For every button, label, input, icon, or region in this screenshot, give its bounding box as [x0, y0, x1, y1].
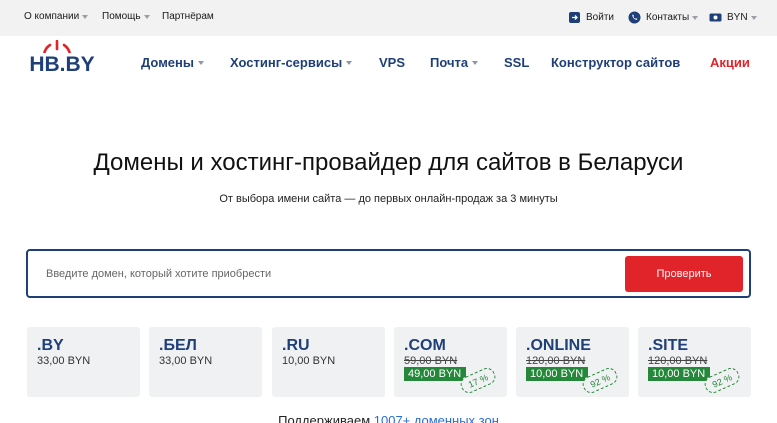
svg-text:HB.BY: HB.BY — [29, 53, 94, 76]
topbar-partners-label: Партнёрам — [162, 11, 214, 22]
nav-domains-label: Домены — [141, 55, 194, 70]
domain-search-input[interactable] — [46, 265, 606, 283]
zone-name: .БЕЛ — [159, 337, 197, 354]
nav-ssl-label: SSL — [504, 55, 530, 70]
currency-icon — [709, 13, 722, 22]
chevron-down-icon — [198, 60, 204, 65]
check-domain-button[interactable]: Проверить — [625, 256, 743, 292]
topbar-help-menu[interactable]: Помощь — [102, 11, 150, 22]
zone-price: 10,00 BYN — [282, 355, 336, 367]
nav-hosting-label: Хостинг-сервисы — [230, 55, 343, 70]
zone-old-price: 59,00 BYN — [404, 355, 458, 367]
nav-hosting[interactable]: Хостинг-сервисы — [230, 55, 353, 70]
zone-name: .ONLINE — [526, 337, 591, 354]
chevron-down-icon — [472, 60, 479, 65]
zone-name: .RU — [282, 337, 310, 354]
nav-domains[interactable]: Домены — [141, 55, 204, 70]
contacts-menu[interactable]: Контакты — [628, 11, 699, 24]
topbar-partners-link[interactable]: Партнёрам — [162, 11, 214, 22]
main-header: HB.BY Домены Хостинг-сервисы VPS Почта S… — [0, 36, 777, 92]
nav-builder[interactable]: Конструктор сайтов — [551, 55, 680, 70]
zone-new-price: 49,00 BYN — [404, 367, 467, 381]
page-subtitle: От выбора имени сайта — до первых онлайн… — [219, 193, 558, 205]
nav-mail-label: Почта — [430, 55, 469, 70]
nav-builder-label: Конструктор сайтов — [551, 55, 681, 70]
topbar-company-menu[interactable]: О компании — [24, 11, 89, 22]
zone-old-price: 120,00 BYN — [648, 355, 708, 367]
zone-price: 33,00 BYN — [37, 355, 91, 367]
chevron-down-icon — [82, 14, 89, 19]
zone-card-site[interactable]: .SITE 120,00 BYN 10,00 BYN 92 % — [638, 327, 751, 397]
topbar-company-label: О компании — [24, 11, 80, 22]
nav-vps[interactable]: VPS — [379, 55, 405, 70]
chevron-down-icon — [750, 15, 757, 20]
zone-card-bel[interactable]: .БЕЛ 33,00 BYN — [149, 327, 262, 397]
chevron-down-icon — [143, 14, 150, 19]
top-bar: О компании Помощь Партнёрам Войти Контак… — [0, 0, 777, 36]
chevron-down-icon — [692, 15, 699, 20]
nav-vps-label: VPS — [379, 55, 406, 70]
supported-zones-label: Поддерживаем — [278, 413, 374, 423]
zone-name: .COM — [404, 337, 446, 354]
zone-name: .SITE — [648, 337, 689, 354]
zone-card-by[interactable]: .BY 33,00 BYN — [27, 327, 140, 397]
supported-zones-link[interactable]: 1007+ доменных зон — [374, 413, 499, 423]
contacts-label: Контакты — [646, 12, 690, 23]
site-logo[interactable]: HB.BY — [24, 40, 100, 86]
zone-card-ru[interactable]: .RU 10,00 BYN — [272, 327, 385, 397]
nav-promo[interactable]: Акции — [710, 55, 750, 70]
topbar-help-label: Помощь — [102, 11, 141, 22]
zone-old-price: 120,00 BYN — [526, 355, 586, 367]
login-label: Войти — [586, 12, 614, 23]
domain-search-box: Проверить — [26, 249, 751, 298]
phone-icon — [628, 11, 641, 24]
zone-new-price: 10,00 BYN — [648, 367, 711, 381]
zone-new-price: 10,00 BYN — [526, 367, 589, 381]
zone-name: .BY — [37, 337, 64, 354]
nav-promo-label: Акции — [710, 55, 750, 70]
login-icon — [569, 12, 580, 23]
supported-zones-text: Поддерживаем 1007+ доменных зон — [0, 413, 777, 423]
chevron-down-icon — [346, 60, 353, 65]
page-title: Домены и хостинг-провайдер для сайтов в … — [93, 149, 684, 176]
nav-mail[interactable]: Почта — [430, 55, 479, 70]
currency-label: BYN — [727, 12, 748, 23]
nav-ssl[interactable]: SSL — [504, 55, 529, 70]
zone-card-online[interactable]: .ONLINE 120,00 BYN 10,00 BYN 92 % — [516, 327, 629, 397]
login-link[interactable]: Войти — [568, 11, 614, 24]
currency-selector[interactable]: BYN — [709, 11, 757, 24]
zone-card-com[interactable]: .COM 59,00 BYN 49,00 BYN 17 % — [394, 327, 507, 397]
zone-price: 33,00 BYN — [159, 355, 213, 367]
